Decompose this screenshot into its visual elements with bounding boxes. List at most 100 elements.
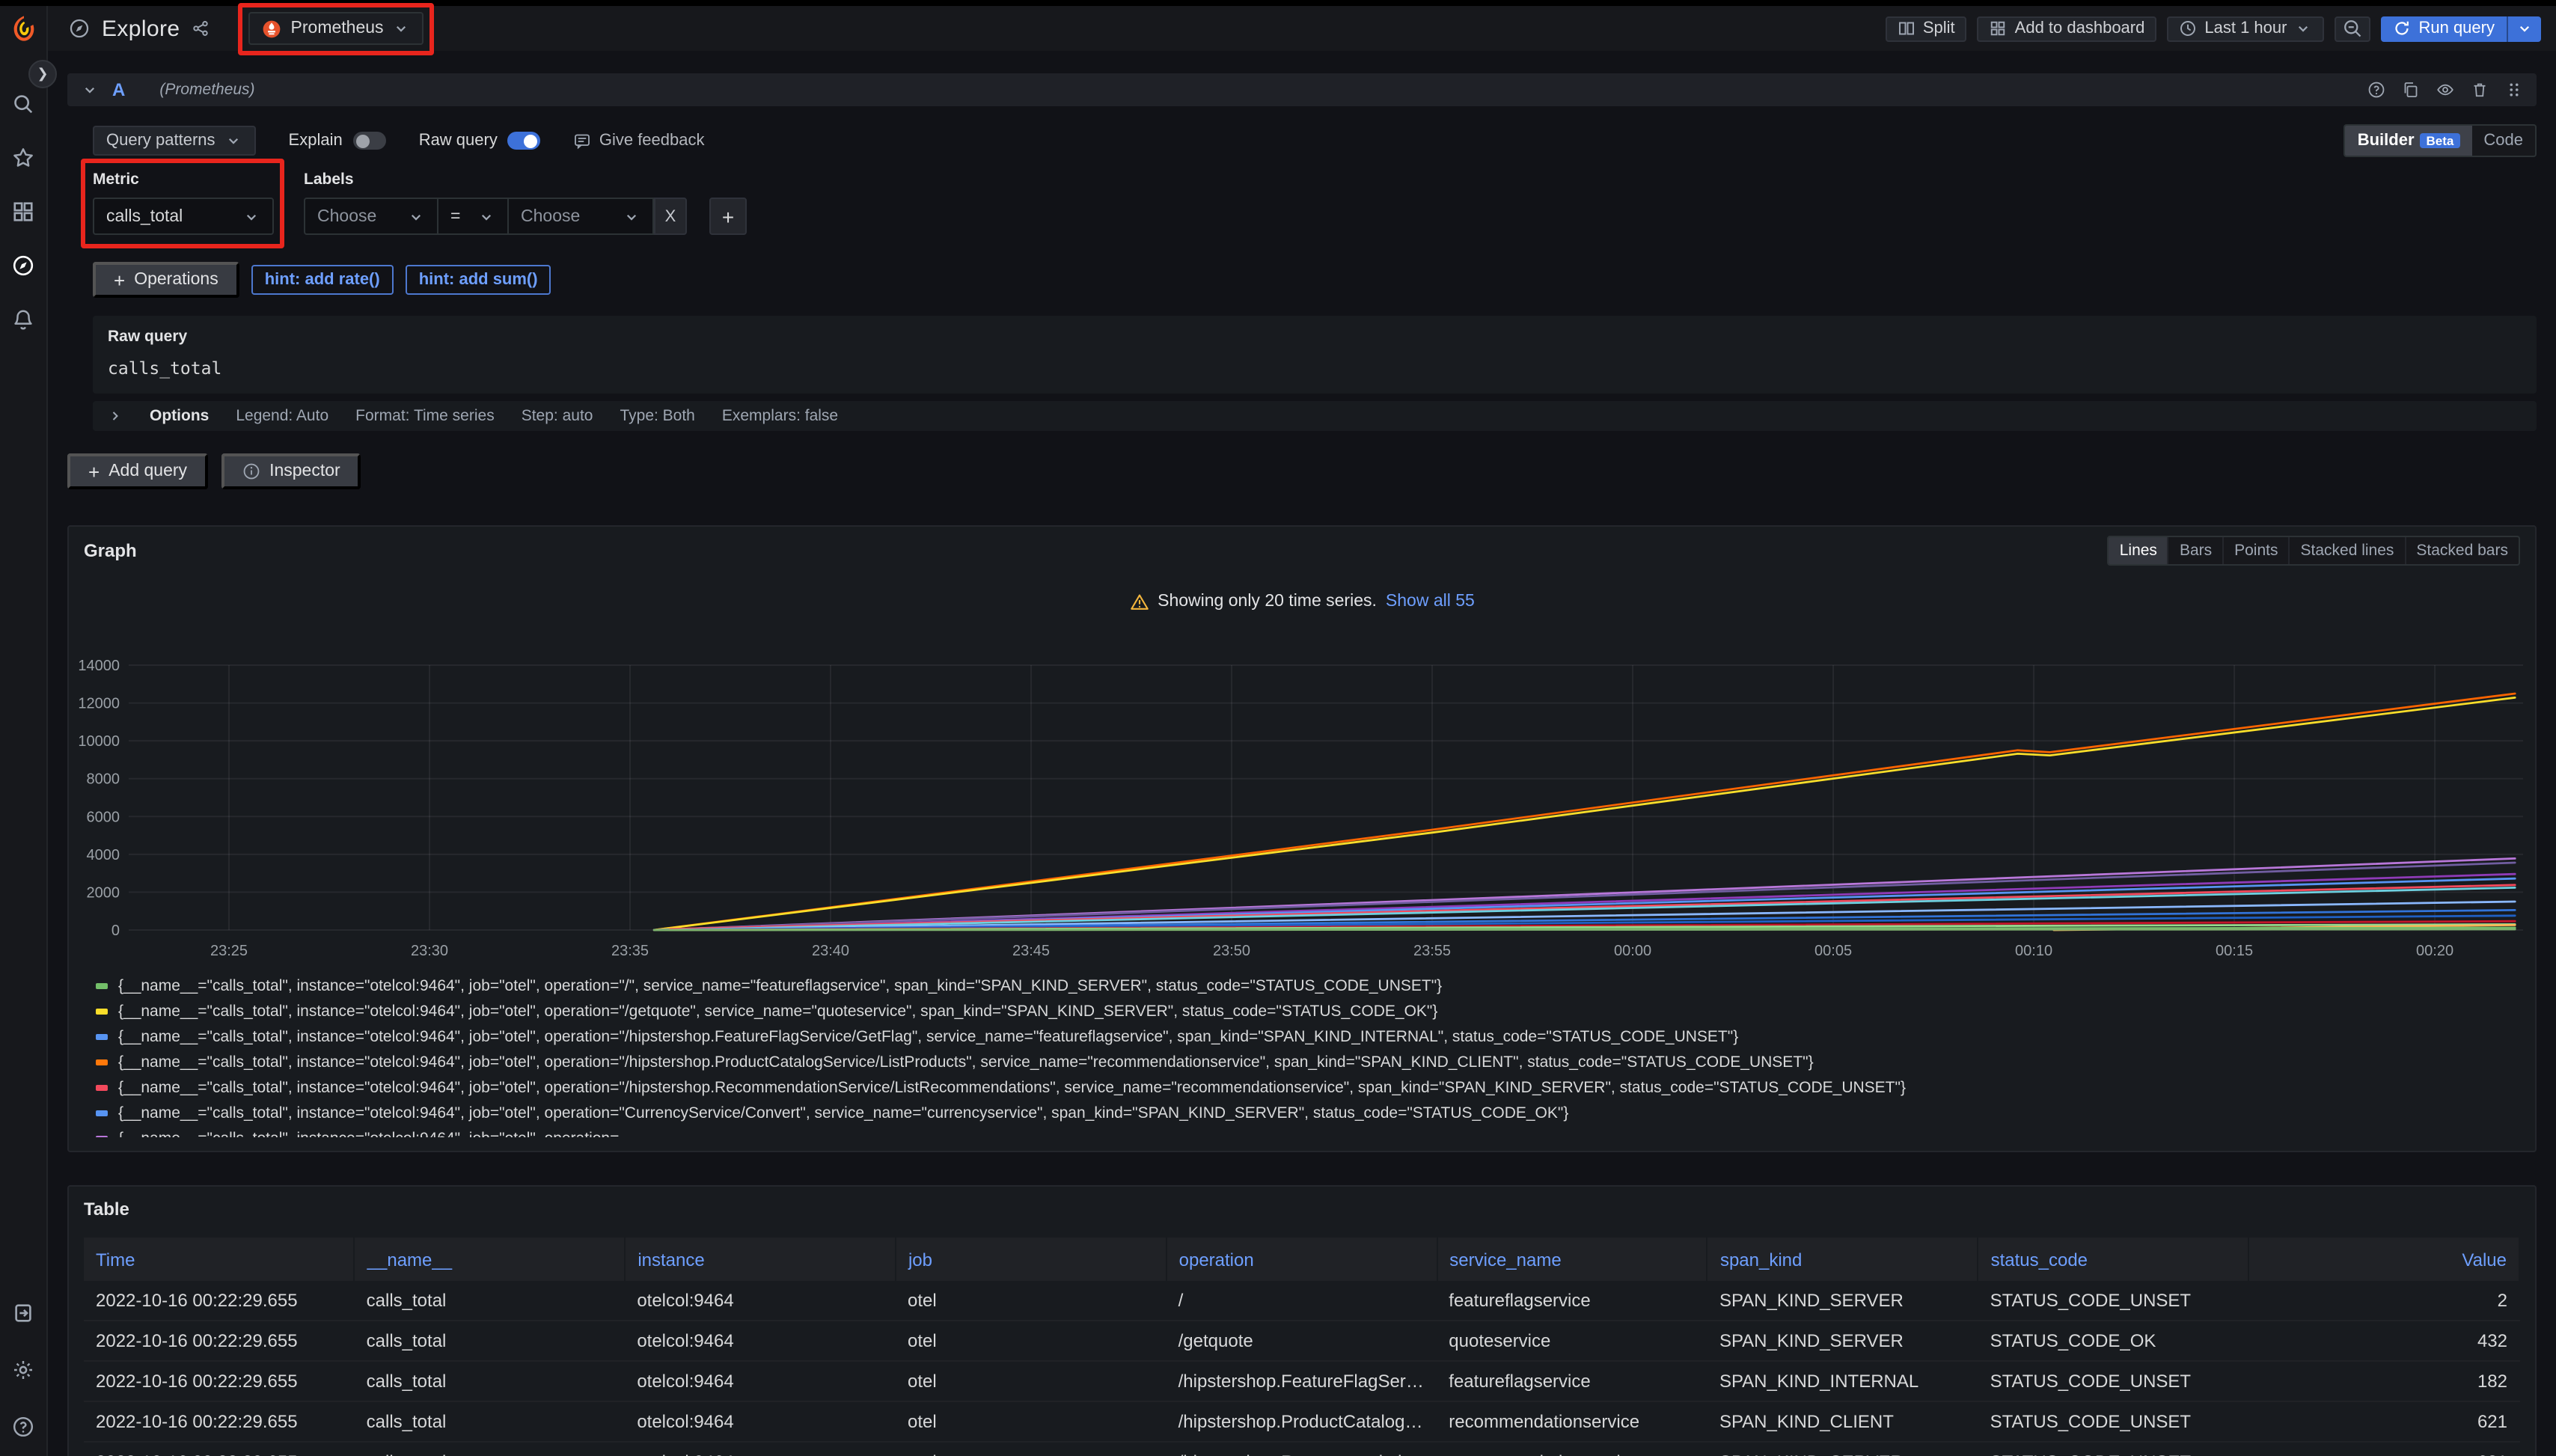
cell-operation: /hipstershop.FeatureFlagService/GetFlag <box>1167 1361 1437 1401</box>
sign-in-icon[interactable] <box>12 1302 34 1324</box>
chart-legend: {__name__="calls_total", instance="otelc… <box>96 973 2520 1137</box>
column-header-service-name[interactable]: service_name <box>1437 1238 1707 1281</box>
share-icon[interactable] <box>192 19 210 37</box>
alerting-bell-icon[interactable] <box>12 308 34 331</box>
column-header--name-[interactable]: __name__ <box>355 1238 626 1281</box>
explain-toggle[interactable] <box>353 132 386 150</box>
legend-item[interactable]: {__name__="calls_total", instance="otelc… <box>96 1024 2520 1049</box>
inspector-button[interactable]: Inspector <box>221 453 361 489</box>
cell-value: 621 <box>2248 1442 2519 1456</box>
explain-toggle-wrap: Explain <box>289 132 386 150</box>
cell-value: 182 <box>2248 1361 2519 1401</box>
legend-item[interactable]: {__name__="calls_total", instance="otelc… <box>96 1049 2520 1074</box>
add-operation-button[interactable]: + Operations <box>93 262 239 298</box>
metric-field-label: Metric <box>93 171 274 189</box>
graph-mode-bars[interactable]: Bars <box>2169 537 2224 564</box>
drag-handle-icon[interactable] <box>2505 81 2523 99</box>
remove-label-button[interactable]: X <box>654 198 687 235</box>
add-to-dashboard-button[interactable]: Add to dashboard <box>1978 16 2157 41</box>
give-feedback-link[interactable]: Give feedback <box>574 132 705 150</box>
query-options-row[interactable]: Options Legend: AutoFormat: Time seriesS… <box>93 401 2537 431</box>
explore-compass-icon[interactable] <box>12 254 34 277</box>
tab-builder[interactable]: Builder Beta <box>2346 126 2472 156</box>
cell-value: 621 <box>2248 1401 2519 1442</box>
column-header-job[interactable]: job <box>896 1238 1167 1281</box>
chevron-down-icon <box>2294 19 2312 37</box>
metric-value: calls_total <box>106 207 183 225</box>
y-axis-label: 2000 <box>87 884 120 901</box>
settings-gear-icon[interactable] <box>12 1359 34 1381</box>
x-axis-label: 00:15 <box>2216 943 2253 959</box>
disable-query-eye-icon[interactable] <box>2436 81 2454 99</box>
x-axis-label: 23:25 <box>210 943 248 959</box>
zoom-out-button[interactable] <box>2335 16 2370 41</box>
query-help-icon[interactable] <box>2367 81 2385 99</box>
column-header-span-kind[interactable]: span_kind <box>1707 1238 1978 1281</box>
show-all-series-link[interactable]: Show all 55 <box>1386 593 1475 611</box>
legend-item[interactable]: {__name__="calls_total", instance="otelc… <box>96 998 2520 1024</box>
query-patterns-button[interactable]: Query patterns <box>93 126 256 156</box>
add-query-button[interactable]: + Add query <box>67 453 208 489</box>
time-series-chart[interactable]: 0200040006000800010000120001400023:2523:… <box>84 652 2537 970</box>
cell--name-: calls_total <box>355 1321 626 1361</box>
explore-toolbar: Explore Prometheus Split A <box>48 6 2556 51</box>
sidebar-expand-button[interactable]: ❯ <box>28 60 57 88</box>
star-icon[interactable] <box>12 147 34 169</box>
remove-query-trash-icon[interactable] <box>2471 81 2489 99</box>
label-key-select[interactable]: Choose <box>304 198 438 235</box>
label-value-placeholder: Choose <box>521 207 580 225</box>
legend-item[interactable]: {__name__="calls_total", instance="otelc… <box>96 973 2520 998</box>
query-row-actions <box>2367 81 2523 99</box>
datasource-picker[interactable]: Prometheus <box>249 12 424 45</box>
graph-mode-stacked-bars[interactable]: Stacked bars <box>2406 537 2519 564</box>
column-header-value[interactable]: Value <box>2248 1238 2519 1281</box>
help-icon[interactable] <box>12 1416 34 1438</box>
graph-mode-stacked-lines[interactable]: Stacked lines <box>2290 537 2406 564</box>
graph-mode-lines[interactable]: Lines <box>2109 537 2169 564</box>
cell-instance: otelcol:9464 <box>625 1442 896 1456</box>
add-label-button[interactable]: + <box>709 198 747 235</box>
datasource-name: Prometheus <box>291 19 384 37</box>
dashboards-icon[interactable] <box>12 201 34 223</box>
raw-query-toggle[interactable] <box>508 132 541 150</box>
label-value-select[interactable]: Choose <box>509 198 654 235</box>
run-query-button[interactable]: Run query <box>2381 16 2541 41</box>
metric-select[interactable]: calls_total <box>93 198 274 235</box>
prometheus-logo-icon <box>263 19 282 38</box>
editor-mode-tabs: Builder Beta Code <box>2344 124 2537 157</box>
legend-item[interactable]: {__name__="calls_total", instance="otelc… <box>96 1074 2520 1100</box>
hint-add-sum-button[interactable]: hint: add sum() <box>406 265 551 295</box>
column-header-instance[interactable]: instance <box>625 1238 896 1281</box>
label-operator-select[interactable]: = <box>438 198 509 235</box>
run-query-label: Run query <box>2418 19 2495 37</box>
tab-code[interactable]: Code <box>2471 126 2535 156</box>
time-range-picker[interactable]: Last 1 hour <box>2167 16 2324 41</box>
query-row-header[interactable]: A (Prometheus) <box>67 73 2537 106</box>
run-query-dropdown[interactable] <box>2507 16 2541 41</box>
comment-icon <box>574 132 592 150</box>
y-axis-label: 8000 <box>87 771 120 788</box>
legend-item[interactable]: {__name__="calls_total", instance="otelc… <box>96 1125 2520 1137</box>
label-operator: = <box>450 207 460 225</box>
search-icon[interactable] <box>12 93 34 115</box>
y-axis-label: 14000 <box>78 658 120 674</box>
column-header-operation[interactable]: operation <box>1167 1238 1437 1281</box>
column-header-status-code[interactable]: status_code <box>1978 1238 2249 1281</box>
add-to-dashboard-label: Add to dashboard <box>2015 19 2145 37</box>
cell-job: otel <box>896 1401 1167 1442</box>
hint-add-rate-button[interactable]: hint: add rate() <box>251 265 394 295</box>
x-axis-label: 23:35 <box>611 943 649 959</box>
grafana-logo-icon[interactable] <box>8 13 38 43</box>
query-patterns-label: Query patterns <box>106 132 215 150</box>
cell-operation: /hipstershop.ProductCatalogService/ListP… <box>1167 1401 1437 1442</box>
table-row: 2022-10-16 00:22:29.655calls_totalotelco… <box>84 1401 2519 1442</box>
duplicate-query-icon[interactable] <box>2402 81 2420 99</box>
cell-time: 2022-10-16 00:22:29.655 <box>84 1442 355 1456</box>
graph-mode-points[interactable]: Points <box>2224 537 2290 564</box>
split-button[interactable]: Split <box>1886 16 1967 41</box>
column-header-time[interactable]: Time <box>84 1238 355 1281</box>
chart-series-line[interactable] <box>654 929 2515 930</box>
run-query-main[interactable]: Run query <box>2381 16 2507 41</box>
legend-item[interactable]: {__name__="calls_total", instance="otelc… <box>96 1100 2520 1125</box>
collapse-chevron-icon[interactable] <box>81 81 99 99</box>
